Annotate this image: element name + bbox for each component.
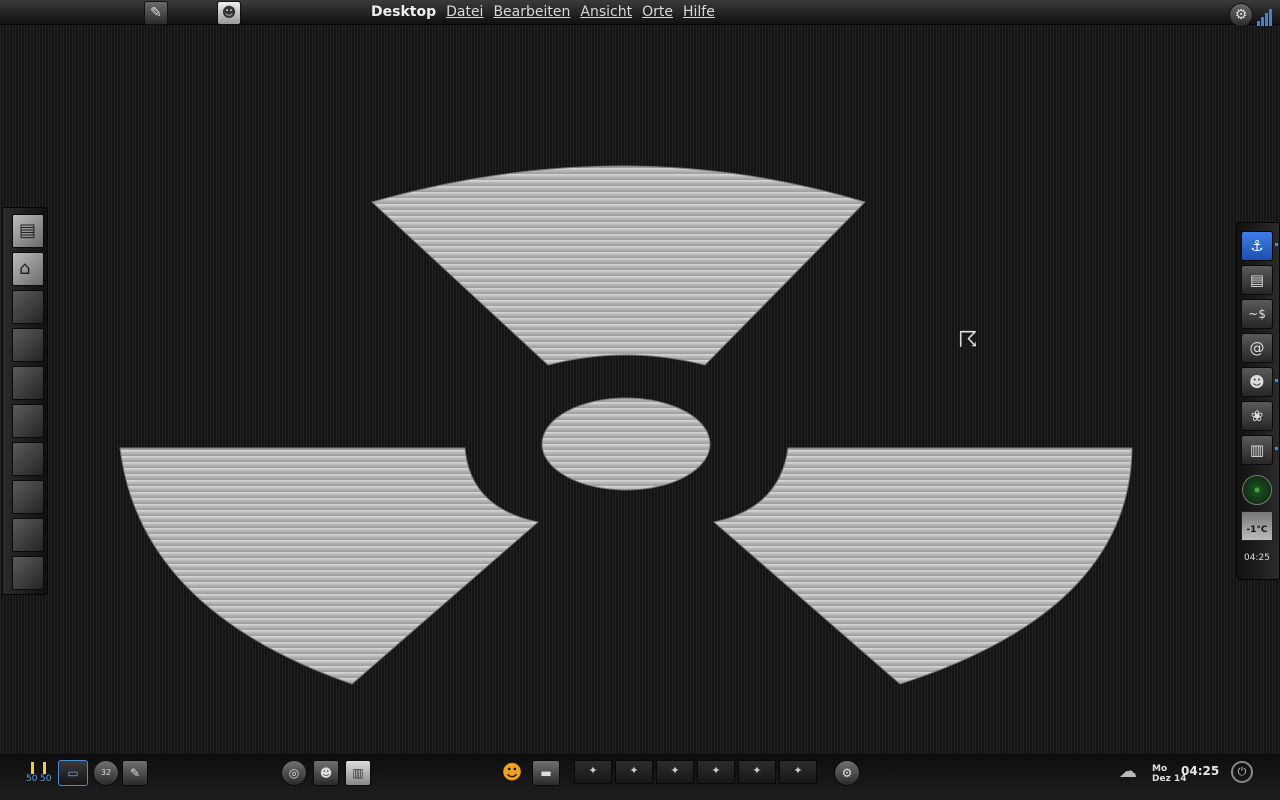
system-icon[interactable]: ⚙ (1229, 3, 1253, 27)
folder-icon[interactable] (12, 290, 44, 324)
file-cabinet-icon[interactable]: ▥ (1241, 435, 1273, 465)
running-indicator (1275, 447, 1278, 450)
pidgin-icon[interactable]: ☻ (313, 760, 339, 786)
top-tray: ⚙ (1229, 2, 1272, 27)
radiation-blade-left (119, 447, 540, 685)
menu-datei[interactable]: Datei (441, 0, 488, 24)
house-icon: ⌂ (19, 258, 31, 279)
cpu-bar (31, 762, 34, 774)
pidgin-icon[interactable]: ☻ (1241, 367, 1273, 397)
gimp-icon[interactable]: ❀ (1241, 401, 1273, 431)
menu-bar: Desktop Datei Bearbeiten Ansicht Orte Hi… (366, 0, 720, 24)
cpu-load-2: 50 (40, 774, 52, 784)
hard-drive-icon[interactable]: ▤ (1241, 265, 1273, 295)
radiation-blade-top (371, 165, 866, 366)
folder-icon[interactable] (12, 366, 44, 400)
printer-icon[interactable]: ▬ (532, 760, 560, 786)
gimp-icon[interactable]: ✎ (122, 760, 148, 786)
menu-hilfe-label: Hilfe (682, 4, 715, 20)
email-icon[interactable]: @ (1241, 333, 1273, 363)
signal-strength-icon[interactable] (1257, 8, 1272, 26)
cpu-load-1: 50 (26, 774, 38, 784)
radar-widget-icon[interactable] (1242, 475, 1272, 505)
gnome-foot-icon[interactable]: ☻ (217, 1, 241, 25)
mouse-cursor-icon: ☈ (958, 328, 978, 353)
workspace-2[interactable]: ✦ (615, 760, 653, 784)
workspace-1[interactable]: ✦ (574, 760, 612, 784)
menu-ansicht[interactable]: Ansicht (575, 0, 637, 24)
system-icon[interactable]: ⚙ (834, 760, 860, 786)
dock-clock: 04:25 (1244, 553, 1270, 563)
folder-icon[interactable] (12, 328, 44, 362)
power-icon[interactable]: ⏻ (1231, 761, 1253, 783)
folder-icon[interactable] (12, 480, 44, 514)
menu-ansicht-label: Ansicht (580, 4, 633, 20)
menu-orte[interactable]: Orte (637, 0, 678, 24)
folder-icon[interactable] (12, 518, 44, 552)
file-cabinet-icon[interactable]: ▥ (345, 760, 371, 786)
workspace-3[interactable]: ✦ (656, 760, 694, 784)
bottom-panel: 50 50 ▭ 32 ✎ ◎ ☻ ▥ ☻ ▬ ✦ ✦ ✦ ✦ ✦ ✦ ⚙ ☁ M… (0, 754, 1280, 800)
running-indicator (1275, 379, 1278, 382)
monitor-icon[interactable]: ▭ (58, 760, 88, 786)
workspace-6[interactable]: ✦ (779, 760, 817, 784)
menu-desktop[interactable]: Desktop (366, 0, 441, 24)
clock-time[interactable]: 04:25 (1181, 764, 1219, 778)
radiation-blade-right (712, 447, 1133, 685)
cpu-bar (43, 762, 46, 774)
menu-datei-label: Datei (446, 4, 484, 20)
workspace-4[interactable]: ✦ (697, 760, 735, 784)
weather-temperature: -1°C (1246, 525, 1268, 535)
anchor-icon[interactable]: ⚓ (1241, 231, 1273, 261)
terminal-icon[interactable]: ~$ (1241, 299, 1273, 329)
radiation-center (541, 397, 711, 491)
weather-widget[interactable]: -1°C (1241, 511, 1273, 541)
right-dock: ⚓ ▤ ~$ @ ☻ ❀ ▥ -1°C 04:25 (1236, 222, 1280, 580)
menu-bearbeiten-label: Bearbeiten (493, 4, 571, 20)
menu-orte-label: Orte (642, 4, 673, 20)
gimp-launcher-icon[interactable]: ✎ (144, 1, 168, 25)
cloud-icon[interactable]: ☁ (1116, 760, 1140, 784)
left-dock: ▤ ⌂ (2, 207, 48, 595)
gnome-foot-icon[interactable]: ☻ (500, 760, 524, 784)
folder-icon[interactable] (12, 404, 44, 438)
top-panel: ✎ ☻ Desktop Datei Bearbeiten Ansicht Ort… (0, 0, 1280, 27)
radiation-wallpaper (119, 165, 1133, 685)
workspace-5[interactable]: ✦ (738, 760, 776, 784)
menu-hilfe[interactable]: Hilfe (678, 0, 720, 24)
running-indicator (1275, 243, 1278, 246)
firefox-icon[interactable]: ◎ (281, 760, 307, 786)
home-icon[interactable]: ⌂ (12, 252, 44, 286)
thermo-icon[interactable]: 32 (93, 760, 119, 786)
menu-bearbeiten[interactable]: Bearbeiten (488, 0, 575, 24)
folder-icon[interactable] (12, 556, 44, 590)
document-icon: ▤ (19, 220, 37, 241)
file-manager-icon[interactable]: ▤ (12, 214, 44, 248)
folder-icon[interactable] (12, 442, 44, 476)
